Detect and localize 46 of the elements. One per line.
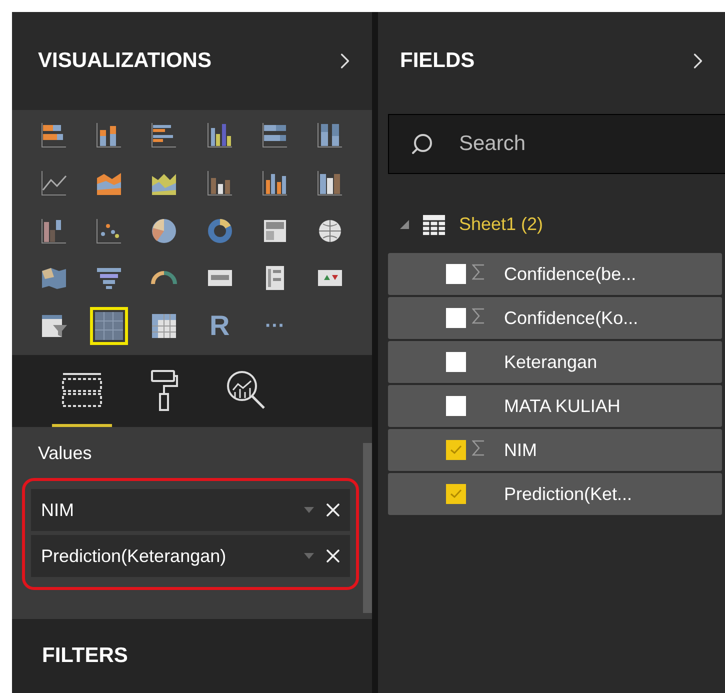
field-name: Prediction(Ket... bbox=[504, 484, 632, 504]
dropdown-icon[interactable] bbox=[304, 506, 314, 514]
search-icon bbox=[410, 132, 434, 156]
table-icon bbox=[94, 311, 124, 342]
checkbox[interactable] bbox=[446, 484, 466, 504]
scrollbar[interactable] bbox=[363, 443, 372, 613]
checkbox[interactable] bbox=[446, 440, 466, 460]
percent-bar-chart-icon bbox=[260, 120, 290, 150]
field-row[interactable]: Confidence(be... bbox=[388, 253, 722, 295]
visual-button[interactable] bbox=[90, 307, 128, 346]
r-visual-button[interactable]: R bbox=[200, 307, 239, 346]
dropdown-icon[interactable] bbox=[304, 552, 314, 560]
field-row[interactable]: Keterangan bbox=[388, 341, 722, 383]
column-chart-icon bbox=[204, 120, 235, 150]
stacked-column-chart-icon bbox=[94, 120, 124, 150]
field-name: NIM bbox=[504, 440, 537, 460]
pane-title: FIELDS bbox=[400, 49, 475, 73]
gauge-icon bbox=[151, 271, 178, 286]
checkbox[interactable] bbox=[446, 352, 466, 372]
field-name: Prediction(Keterangan) bbox=[41, 546, 228, 566]
checkbox[interactable] bbox=[446, 308, 466, 328]
field-name: Confidence(be... bbox=[504, 264, 636, 284]
field-row[interactable]: Confidence(Ko... bbox=[388, 297, 722, 339]
field-name: Keterangan bbox=[504, 352, 598, 372]
check-icon bbox=[450, 445, 462, 455]
field-name: MATA KULIAH bbox=[504, 396, 620, 416]
values-label: Values bbox=[37, 442, 93, 465]
filters-title: FILTERS bbox=[42, 644, 128, 668]
checkbox[interactable] bbox=[446, 264, 466, 284]
stacked-bar-chart-icon bbox=[38, 120, 69, 150]
field-name: NIM bbox=[41, 500, 75, 520]
value-field-well[interactable]: NIM bbox=[31, 489, 350, 531]
field-row[interactable]: MATA KULIAH bbox=[388, 385, 722, 427]
field-row[interactable]: Prediction(Ket... bbox=[388, 473, 722, 515]
search-field[interactable]: Search bbox=[388, 114, 725, 174]
check-icon bbox=[450, 489, 462, 499]
checkbox[interactable] bbox=[446, 396, 466, 416]
table-name[interactable]: Sheet1 (2) bbox=[459, 214, 544, 235]
field-row[interactable]: NIM bbox=[388, 429, 722, 471]
paint-roller-icon bbox=[149, 368, 179, 412]
value-field-well[interactable]: Prediction(Keterangan) bbox=[31, 535, 350, 577]
pane-title: VISUALIZATIONS bbox=[38, 49, 212, 73]
more-visuals-button[interactable]: ··· bbox=[256, 307, 294, 346]
table-grid-icon bbox=[423, 214, 445, 234]
expanded-arrow-icon[interactable] bbox=[400, 220, 409, 229]
field-name: Confidence(Ko... bbox=[504, 308, 638, 328]
